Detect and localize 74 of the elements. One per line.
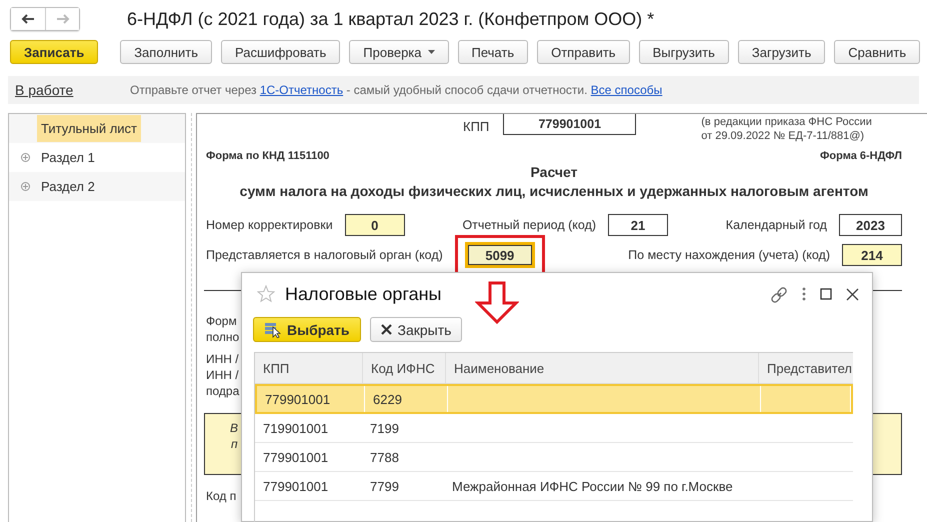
code-field[interactable]: 0	[344, 214, 405, 236]
close-button[interactable]: Закрыть	[370, 317, 462, 342]
toolbar-button[interactable]: Сравнить	[834, 40, 920, 64]
table-cell-text: 779901001	[262, 478, 330, 496]
dialog-title: Налоговые органы	[285, 284, 442, 304]
table-row[interactable]: 719901001 7199	[255, 414, 853, 443]
toolbar-button[interactable]: Заполнить	[120, 40, 212, 64]
note-text: от 29.09.2022 № ЕД-7-11/881@)	[701, 129, 866, 143]
field-label: Отчетный период (код)	[462, 218, 596, 232]
code-field[interactable]: 21	[608, 214, 668, 236]
table-row[interactable]: 779901001 6229	[255, 384, 853, 414]
column-header[interactable]: Представител	[759, 353, 853, 383]
sidebar-item[interactable]: Титульный лист	[37, 115, 142, 142]
toolbar-button[interactable]: Расшифровать	[221, 40, 340, 64]
column-header[interactable]: Код ИФНС	[363, 353, 446, 383]
table-cell-text: 7788	[369, 448, 400, 466]
field-label: По месту нахождения (учета) (код)	[628, 248, 830, 262]
column-header[interactable]: КПП	[255, 353, 363, 383]
select-button[interactable]: Выбрать	[253, 317, 361, 342]
toolbar-button[interactable]: Печать	[458, 40, 528, 64]
table-cell-text: 7199	[369, 420, 400, 438]
note-text: (в редакции приказа ФНС России	[701, 115, 872, 129]
field-label: Календарный год	[726, 218, 827, 232]
form-text: Форм	[206, 313, 237, 329]
code-field[interactable]: 214	[842, 244, 902, 266]
toolbar-button[interactable]: Проверка	[349, 40, 449, 64]
caret-icon	[428, 50, 435, 54]
back-button[interactable]	[11, 8, 45, 30]
arrow-annotation	[475, 281, 519, 325]
field-label: Представляется в налоговый орган (код)	[206, 248, 443, 262]
link-icon[interactable]	[771, 286, 788, 302]
close-icon	[380, 324, 392, 335]
form-code: Форма по КНД 1151100	[206, 150, 330, 162]
link[interactable]: 1С-Отчетность	[260, 83, 344, 97]
toolbar-button[interactable]: Выгрузить	[638, 40, 729, 64]
table-row[interactable]: 779901001 7788	[255, 443, 853, 472]
form-subheading: сумм налога на доходы физических лиц, исчисленных и удержанных налоговым агентом	[238, 182, 870, 201]
table-row[interactable]: 779901001 7799 Межрайонная ИФНС России № 99 по г.Москве	[255, 472, 853, 501]
sidebar-item[interactable]: Раздел 1	[37, 144, 99, 171]
link[interactable]: Все способы	[590, 83, 662, 97]
notice-text: В	[230, 420, 238, 436]
form-heading: Расчет	[530, 164, 578, 180]
form-name: Форма 6-НДФЛ	[820, 150, 902, 162]
toolbar-button[interactable]: Отправить	[537, 40, 630, 64]
form-text: ИНН /	[206, 367, 239, 383]
kpp-field[interactable]: 779901001	[503, 114, 636, 135]
code-field[interactable]: 5099	[464, 242, 535, 268]
maximize-icon[interactable]	[820, 288, 832, 300]
info-message: Отправьте отчет через 1С-Отчетность - самый удобный способ сдачи отчетности. Все способы	[130, 83, 662, 97]
table-cell-text: 7799	[369, 478, 400, 496]
status-link[interactable]: В работе	[15, 82, 130, 98]
table-cell: 6229	[365, 386, 448, 412]
table-cell-text: Межрайонная ИФНС России № 99 по г.Москве	[451, 478, 734, 496]
toolbar-button[interactable]: Записать	[10, 40, 98, 64]
notice-text: п	[231, 436, 238, 452]
field-label: Номер корректировки	[206, 218, 333, 232]
list-cursor-icon	[264, 321, 281, 338]
form-text: Код п	[206, 489, 236, 503]
form-text: ИНН /	[206, 351, 239, 367]
table-cell-text: 779901001	[262, 448, 330, 466]
window-title: 6-НДФЛ (с 2021 года) за 1 квартал 2023 г. (Конфетпром ООО) *	[127, 8, 654, 30]
table-cell-text: 719901001	[262, 420, 330, 438]
more-icon[interactable]	[802, 287, 806, 301]
left-arrow-icon	[20, 13, 36, 25]
form-text: полно	[206, 329, 240, 345]
code-field[interactable]: 2023	[838, 214, 902, 236]
table-cell: 779901001	[257, 386, 365, 412]
field-label: КПП	[463, 119, 490, 134]
toolbar-button[interactable]: Загрузить	[738, 40, 826, 64]
right-arrow-icon	[54, 13, 70, 25]
form-text: подра	[206, 383, 240, 399]
close-icon[interactable]	[846, 288, 859, 300]
star-icon[interactable]	[257, 285, 275, 303]
column-header[interactable]: Наименование	[446, 353, 759, 383]
